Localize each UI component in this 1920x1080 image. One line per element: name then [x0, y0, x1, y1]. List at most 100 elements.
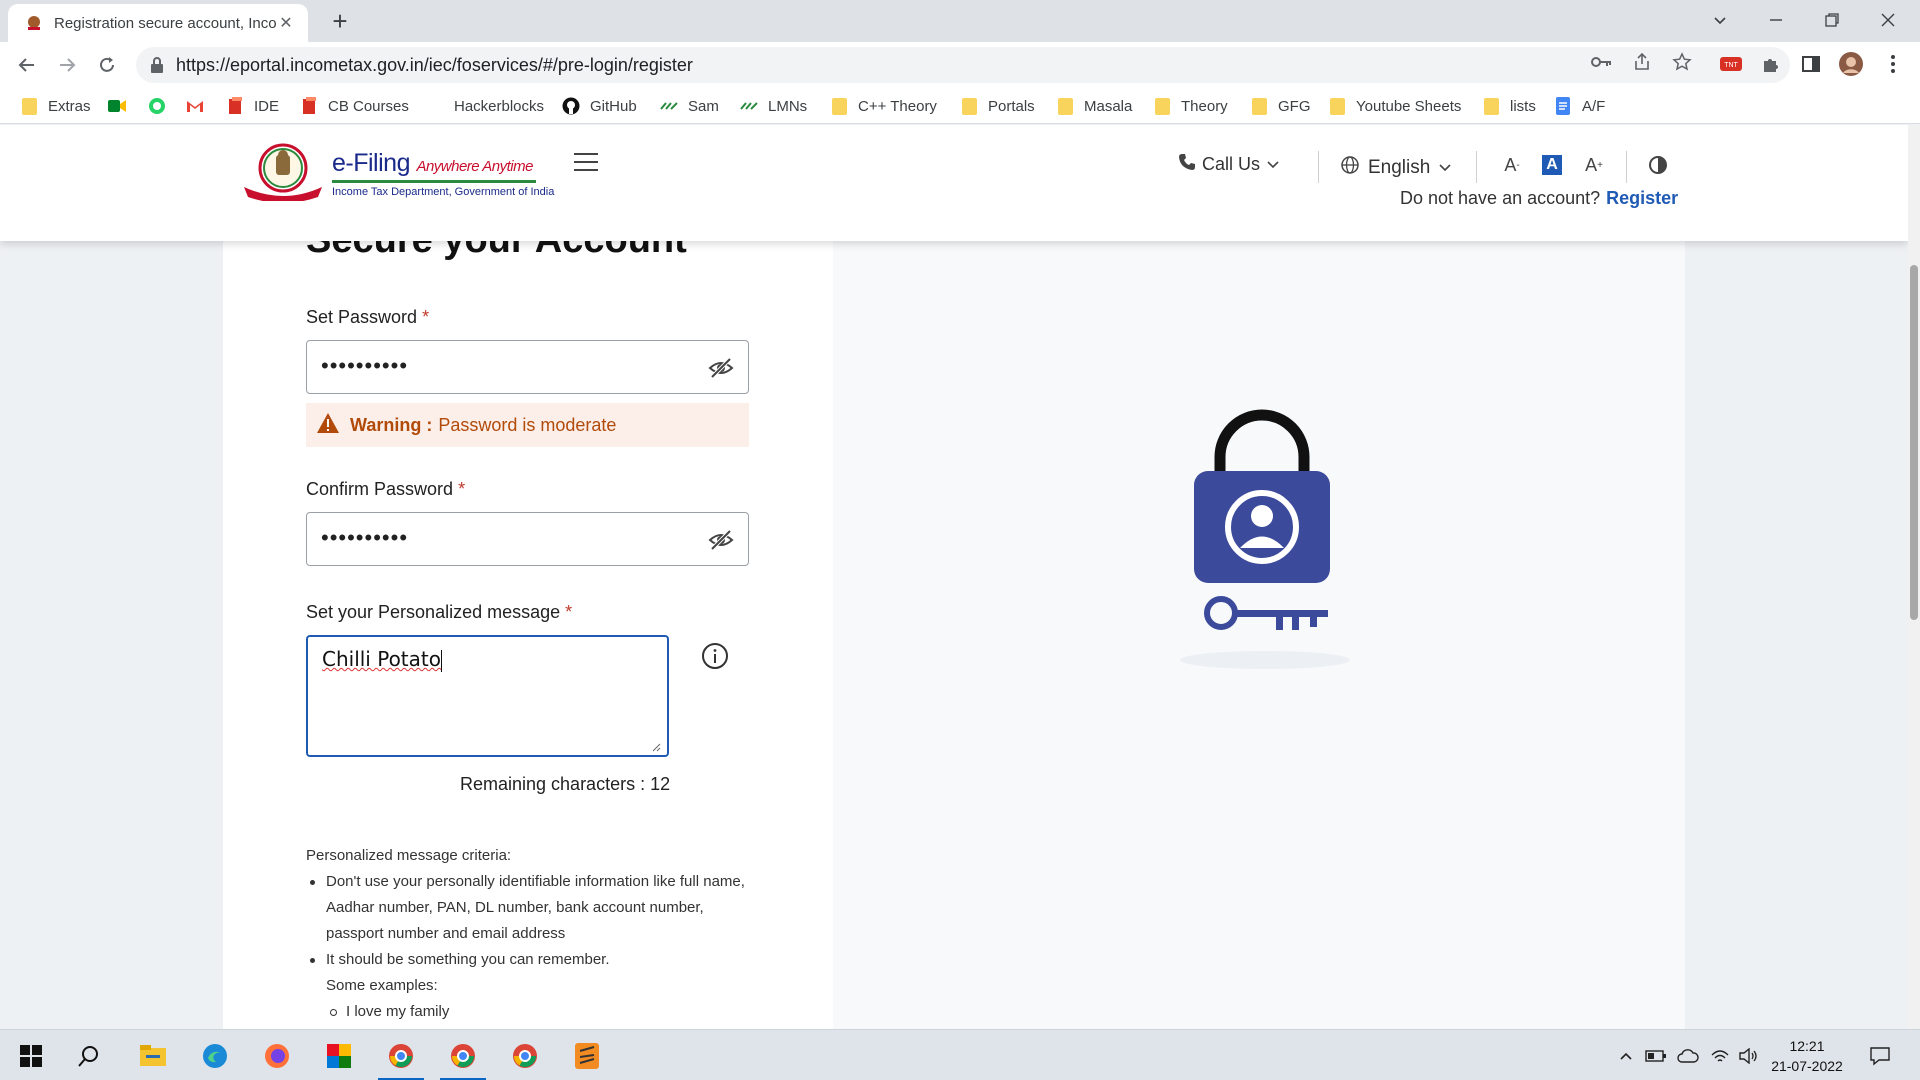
- bookmark-lists[interactable]: lists: [1482, 94, 1536, 118]
- personalized-message-label: Set your Personalized message *: [306, 602, 573, 622]
- reload-icon[interactable]: [92, 50, 122, 80]
- phone-icon: [1178, 153, 1196, 176]
- forward-arrow-icon[interactable]: [52, 50, 82, 80]
- windows-start-icon[interactable]: [4, 1030, 58, 1080]
- system-clock[interactable]: 12:21 21-07-2022: [1762, 1036, 1852, 1076]
- personalized-message-textarea[interactable]: Chilli Potato: [306, 635, 669, 757]
- call-us-dropdown[interactable]: Call Us: [1178, 153, 1280, 176]
- sublime-text-icon[interactable]: [560, 1030, 614, 1080]
- register-link[interactable]: Register: [1606, 188, 1678, 208]
- file-explorer-icon[interactable]: [126, 1030, 180, 1080]
- new-tab-button[interactable]: +: [325, 6, 355, 36]
- header-divider: [1318, 151, 1319, 183]
- scrollbar-thumb[interactable]: [1910, 265, 1918, 620]
- bookmark-cpp-theory[interactable]: C++ Theory: [830, 94, 937, 118]
- volume-icon[interactable]: [1734, 1030, 1762, 1080]
- set-password-field[interactable]: ••••••••••: [306, 340, 749, 394]
- header-divider: [1476, 151, 1477, 183]
- share-icon[interactable]: [1630, 50, 1654, 74]
- page-scrollbar[interactable]: [1908, 125, 1920, 1029]
- notifications-icon[interactable]: [1862, 1030, 1898, 1080]
- password-strength-warning: Warning : Password is moderate: [306, 403, 749, 447]
- edge-browser-icon[interactable]: [188, 1030, 242, 1080]
- warning-triangle-icon: [316, 412, 340, 439]
- bookmark-youtube-sheets[interactable]: Youtube Sheets: [1328, 94, 1461, 118]
- info-icon[interactable]: [701, 642, 729, 670]
- key-icon[interactable]: [1590, 50, 1614, 74]
- close-tab-icon[interactable]: ✕: [276, 13, 296, 33]
- bookmark-star-icon[interactable]: [1670, 50, 1694, 74]
- income-tax-emblem-logo[interactable]: [240, 143, 326, 203]
- minimize-window-icon[interactable]: [1748, 0, 1804, 40]
- criteria-item: Don't use your personally identifiable i…: [306, 869, 746, 947]
- chrome-icon[interactable]: [498, 1030, 552, 1080]
- bookmark-af[interactable]: A/F: [1554, 94, 1605, 118]
- brand-title: e-Filing: [332, 149, 410, 177]
- tab-title: Registration secure account, Inco: [54, 14, 276, 32]
- tab-search-icon[interactable]: [1692, 0, 1748, 40]
- eye-slash-icon[interactable]: [708, 527, 734, 553]
- set-password-label: Set Password *: [306, 307, 430, 327]
- browser-tab[interactable]: Registration secure account, Inco ✕: [8, 4, 308, 42]
- battery-icon[interactable]: [1642, 1030, 1670, 1080]
- bookmark-meet[interactable]: [108, 94, 136, 118]
- brand-subtitle: Income Tax Department, Government of Ind…: [332, 186, 555, 198]
- eye-slash-icon[interactable]: [708, 355, 734, 381]
- bookmark-github[interactable]: GitHub: [562, 94, 637, 118]
- globe-icon: [1340, 155, 1360, 181]
- bookmark-whatsapp[interactable]: [148, 94, 176, 118]
- bookmark-gmail[interactable]: [186, 94, 214, 118]
- bookmark-portals[interactable]: Portals: [960, 94, 1035, 118]
- hamburger-menu-icon[interactable]: [574, 153, 598, 171]
- close-window-icon[interactable]: [1860, 0, 1916, 40]
- folder-icon: [830, 97, 848, 115]
- search-icon[interactable]: [62, 1030, 116, 1080]
- warning-text: Password is moderate: [438, 414, 617, 435]
- chrome-window-icon[interactable]: [374, 1030, 428, 1080]
- language-label: English: [1368, 157, 1431, 178]
- bookmark-gfg[interactable]: GFG: [1250, 94, 1311, 118]
- folder-icon: [1250, 97, 1268, 115]
- browser-menu-icon[interactable]: [1880, 51, 1906, 77]
- normal-font-button[interactable]: A: [1542, 155, 1562, 175]
- svg-text:TNT: TNT: [1724, 62, 1738, 69]
- criteria-title: Personalized message criteria:: [306, 847, 512, 864]
- paint-app-icon[interactable]: [312, 1030, 366, 1080]
- firefox-icon[interactable]: [250, 1030, 304, 1080]
- extensions-puzzle-icon[interactable]: [1758, 51, 1784, 77]
- bookmark-extras[interactable]: Extras: [20, 94, 91, 118]
- chain-link-icon: [660, 97, 678, 115]
- resize-handle-icon[interactable]: [651, 739, 661, 752]
- restore-window-icon[interactable]: [1804, 0, 1860, 40]
- folder-icon: [1153, 97, 1171, 115]
- contrast-toggle-icon[interactable]: [1646, 153, 1670, 177]
- required-asterisk: *: [565, 602, 573, 622]
- secure-account-lock-illustration: [1150, 397, 1380, 677]
- back-arrow-icon[interactable]: [12, 50, 42, 80]
- language-dropdown[interactable]: English: [1340, 155, 1452, 181]
- show-hidden-icons-chevron-icon[interactable]: [1612, 1030, 1640, 1080]
- bookmark-masala[interactable]: Masala: [1056, 94, 1132, 118]
- confirm-password-value: ••••••••••: [321, 525, 409, 550]
- folder-icon: [20, 97, 38, 115]
- bookmark-lmns[interactable]: LMNs: [740, 94, 807, 118]
- extension-tnt-icon[interactable]: TNT: [1718, 51, 1744, 77]
- chevron-down-icon: [1266, 154, 1280, 175]
- wifi-icon[interactable]: [1706, 1030, 1734, 1080]
- confirm-password-field[interactable]: ••••••••••: [306, 512, 749, 566]
- profile-avatar[interactable]: [1838, 51, 1864, 77]
- onedrive-cloud-icon[interactable]: [1672, 1030, 1704, 1080]
- bookmark-cb-courses[interactable]: CB Courses: [300, 94, 409, 118]
- increase-font-button[interactable]: A +: [1582, 153, 1606, 177]
- bookmark-theory[interactable]: Theory: [1153, 94, 1228, 118]
- bookmark-ide[interactable]: IDE: [226, 94, 279, 118]
- decrease-font-button[interactable]: A-: [1500, 153, 1524, 177]
- e-filing-brand[interactable]: e-Filing Anywhere Anytime Income Tax Dep…: [332, 149, 554, 198]
- padlock-icon[interactable]: [150, 56, 164, 79]
- chrome-profile-window-icon[interactable]: [436, 1030, 490, 1080]
- bookmark-sam[interactable]: Sam: [660, 94, 719, 118]
- bookmark-hackerblocks[interactable]: Hackerblocks: [454, 94, 544, 118]
- address-bar[interactable]: https://eportal.incometax.gov.in/iec/fos…: [136, 47, 1790, 83]
- whatsapp-icon: [148, 97, 166, 115]
- side-panel-icon[interactable]: [1798, 51, 1824, 77]
